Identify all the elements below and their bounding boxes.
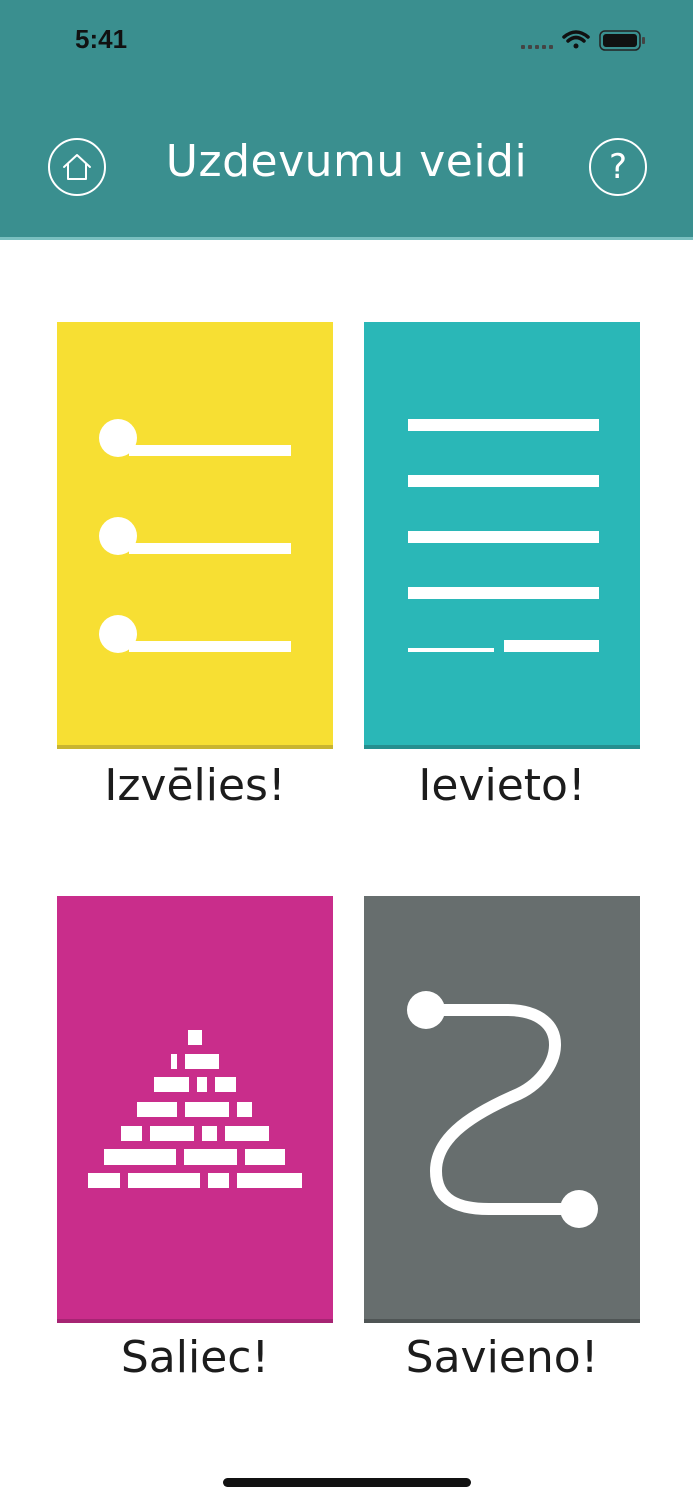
card-label-izvelies: Izvēlies!	[104, 760, 286, 811]
choice-list-icon	[99, 419, 291, 653]
wifi-icon	[562, 30, 590, 49]
card-ievieto[interactable]	[364, 322, 640, 749]
card-savieno[interactable]	[364, 896, 640, 1323]
help-button[interactable]: ?	[589, 138, 647, 196]
battery-icon	[599, 30, 645, 51]
help-icon: ?	[608, 147, 628, 187]
connect-path-icon	[407, 991, 598, 1228]
card-saliec[interactable]	[57, 896, 333, 1323]
card-label-saliec: Saliec!	[120, 1332, 270, 1383]
home-indicator[interactable]	[223, 1478, 471, 1487]
status-time: 5:41	[75, 24, 128, 54]
signal-icon	[521, 45, 553, 49]
fill-in-lines-icon	[408, 419, 599, 652]
pyramid-blocks-icon	[88, 1030, 302, 1188]
card-izvelies[interactable]	[57, 322, 333, 749]
header-bar: 5:41 Uzdevumu veidi ?	[0, 0, 693, 240]
card-label-ievieto: Ievieto!	[418, 760, 586, 811]
status-icons	[521, 26, 651, 56]
card-label-savieno: Savieno!	[405, 1332, 599, 1383]
